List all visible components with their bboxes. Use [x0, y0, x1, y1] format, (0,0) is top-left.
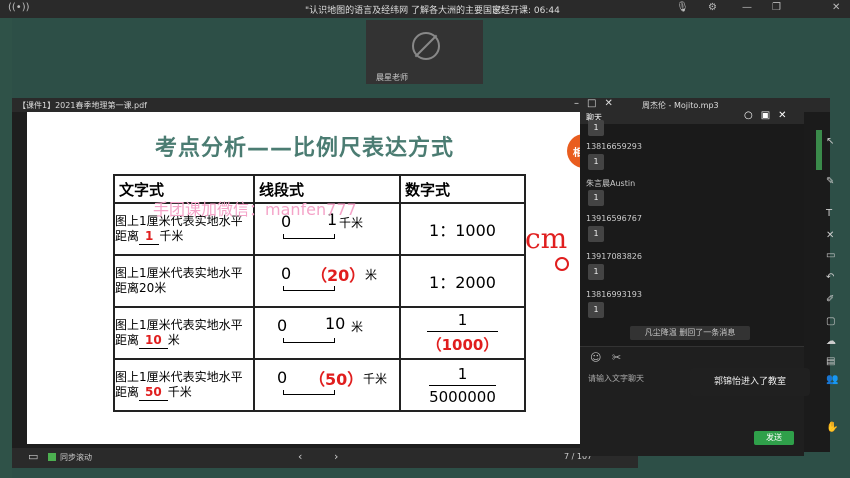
watermark: 手团课加微信：manfen777: [153, 200, 357, 219]
class-timer: 已经开课: 06:44: [492, 6, 560, 16]
left-strip: [0, 18, 12, 478]
page-current[interactable]: 7: [564, 452, 569, 461]
table-row: 图上1厘米代表实地水平距离 50 千米 0 （50） 千米 1 5000000: [113, 358, 526, 412]
chat-user: 13917083826: [586, 252, 642, 261]
restore-icon[interactable]: ❐: [772, 2, 781, 13]
chat-panel[interactable]: 聊天 ○▣✕ 1 13816659293 1 朱言晨Austin 1 13916…: [580, 110, 804, 456]
send-button[interactable]: 发送: [754, 431, 794, 445]
prev-page-icon[interactable]: ‹: [298, 450, 302, 463]
chat-message: 1: [588, 154, 604, 170]
camera-off-icon: [412, 32, 440, 60]
minimize-icon[interactable]: —: [742, 2, 752, 13]
chat-user: 朱言晨Austin: [586, 179, 636, 188]
close-icon[interactable]: ✕: [832, 2, 840, 13]
eraser-icon[interactable]: ▭: [826, 250, 835, 261]
users-icon[interactable]: 👥: [826, 374, 838, 385]
chat-message: 1: [588, 302, 604, 318]
right-toolbar: ↖ ✎ T ✕ ▭ ↶ ✐ ▢ ☁ ▤ 👥 ✋: [822, 116, 844, 456]
recall-notice: 凡尘降温 删回了一条消息: [630, 326, 750, 340]
close-tool-icon[interactable]: ✕: [826, 230, 834, 241]
chat-message: 1: [588, 226, 604, 242]
join-toast: 郭锦怡进入了教室: [690, 368, 810, 396]
toolbox-icon[interactable]: ▤: [826, 356, 835, 367]
chat-input[interactable]: 请输入文字聊天: [588, 373, 644, 384]
chat-icon[interactable]: ▢: [826, 316, 835, 327]
header-numeric: 数字式: [399, 174, 526, 204]
chat-message: 1: [588, 190, 604, 206]
pdf-titlebar: 【课件1】2021春季地理第一课.pdf –□✕: [12, 98, 638, 112]
sidebar-toggle-icon[interactable]: ▭: [28, 450, 38, 463]
broadcast-icon: ((•)): [8, 2, 30, 13]
laser-pointer: [555, 257, 569, 271]
mic-icon[interactable]: 🎙: [676, 2, 689, 13]
pdf-window[interactable]: 【课件1】2021春季地理第一课.pdf –□✕ 考点分析——比例尺表达方式 相…: [12, 98, 638, 468]
chat-user: 13816659293: [586, 142, 642, 151]
sync-label: 同步滚动: [60, 453, 92, 462]
top-bar: ((•)) "认识地图的语言及经纬网 了解各大洲的主要国家" 已经开课: 06:…: [0, 0, 850, 18]
pdf-footer: ▭ 同步滚动 ‹ › 7 / 107: [12, 448, 638, 468]
sync-checkbox[interactable]: [48, 453, 56, 461]
chat-input-area[interactable]: ☺ ✂ 请输入文字聊天 发送: [580, 346, 804, 456]
text-tool-icon[interactable]: T: [826, 208, 832, 219]
chat-user: 13816993193: [586, 290, 642, 299]
chat-user: 13916596767: [586, 214, 642, 223]
chat-controls[interactable]: ○▣✕: [744, 110, 795, 121]
pdf-title: 【课件1】2021春季地理第一课.pdf: [18, 101, 147, 110]
table-row: 图上1厘米代表实地水平距离20米 0 （20）米 1：2000: [113, 254, 526, 308]
scissors-icon[interactable]: ✂: [612, 351, 621, 364]
chat-message: 1: [588, 120, 604, 136]
undo-icon[interactable]: ↶: [826, 272, 834, 283]
pen-icon[interactable]: ✎: [826, 176, 834, 187]
handwritten-annotation: cm: [525, 222, 568, 255]
pdf-window-controls[interactable]: –□✕: [574, 98, 621, 109]
chat-header: 聊天 ○▣✕: [580, 110, 804, 124]
class-title: "认识地图的语言及经纬网 了解各大洲的主要国家": [305, 6, 506, 16]
edit-icon[interactable]: ✐: [826, 294, 834, 305]
cloud-icon[interactable]: ☁: [826, 336, 836, 347]
next-page-icon[interactable]: ›: [334, 450, 338, 463]
slide: 考点分析——比例尺表达方式 相 文字式 线段式 数字式 图上1厘米代表实地水平距…: [27, 112, 601, 444]
settings-icon[interactable]: ⚙: [708, 2, 717, 13]
emoji-icon[interactable]: ☺: [590, 351, 601, 364]
pointer-icon[interactable]: ↖: [826, 136, 834, 147]
teacher-video[interactable]: 晨星老师: [366, 20, 483, 84]
chat-message: 1: [588, 264, 604, 280]
table-row: 图上1厘米代表实地水平距离 10 米 0 10 米 1 （1000）: [113, 306, 526, 360]
slide-heading: 考点分析——比例尺表达方式: [155, 136, 455, 161]
hand-raise-icon[interactable]: ✋: [826, 422, 838, 433]
teacher-name: 晨星老师: [376, 73, 408, 82]
